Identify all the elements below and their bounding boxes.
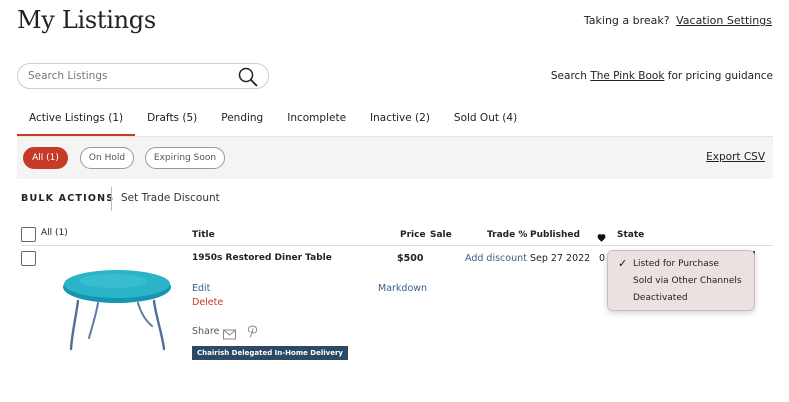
tab-sold-out[interactable]: Sold Out (4): [442, 104, 529, 137]
bulk-divider: [111, 187, 112, 211]
heart-icon: [596, 228, 607, 242]
filter-on-hold-pill[interactable]: On Hold: [80, 147, 134, 169]
share-label: Share: [192, 326, 220, 337]
column-price: Price: [400, 230, 426, 240]
table-header-divider: [21, 245, 773, 246]
column-title: Title: [192, 230, 215, 240]
column-published: Published: [530, 230, 580, 240]
markdown-link[interactable]: Markdown: [378, 283, 427, 294]
filter-expiring-soon-pill[interactable]: Expiring Soon: [145, 147, 225, 169]
column-sale: Sale: [430, 230, 452, 240]
tab-incomplete[interactable]: Incomplete: [275, 104, 358, 137]
select-all-label: All (1): [41, 228, 68, 238]
tab-active-listings[interactable]: Active Listings (1): [17, 104, 136, 137]
listing-favorites-count: 0: [599, 253, 606, 264]
pinterest-share-icon[interactable]: [247, 323, 258, 338]
listing-published-date: Sep 27 2022: [530, 253, 591, 264]
set-trade-discount-button[interactable]: Set Trade Discount: [121, 192, 220, 204]
state-option-sold-other[interactable]: Sold via Other Channels: [633, 276, 742, 286]
filter-bar: All (1) On Hold Expiring Soon Export CSV: [17, 137, 773, 179]
vacation-prompt: Taking a break?: [583, 14, 670, 27]
checkmark-icon: ✓: [618, 257, 628, 270]
pink-book-link[interactable]: The Pink Book: [590, 70, 664, 82]
column-state: State: [617, 230, 645, 240]
state-dropdown-menu: ✓ Listed for Purchase Sold via Other Cha…: [607, 250, 755, 311]
select-all-checkbox[interactable]: [21, 227, 36, 242]
pricing-suffix: for pricing guidance: [664, 70, 773, 82]
column-trade: Trade %: [487, 230, 528, 240]
pricing-prefix: Search: [550, 70, 591, 82]
delete-link[interactable]: Delete: [192, 297, 223, 308]
search-box[interactable]: [17, 63, 269, 89]
tab-pending[interactable]: Pending: [209, 104, 275, 137]
tab-inactive[interactable]: Inactive (2): [358, 104, 442, 137]
tab-drafts[interactable]: Drafts (5): [135, 104, 209, 137]
row-checkbox[interactable]: [21, 251, 36, 266]
export-csv-link[interactable]: Export CSV: [706, 151, 765, 163]
listing-tabs: Active Listings (1) Drafts (5) Pending I…: [17, 104, 529, 137]
listing-title[interactable]: 1950s Restored Diner Table: [192, 253, 332, 263]
delivery-badge: Chairish Delegated In-Home Delivery: [192, 346, 348, 360]
page-title: My Listings: [17, 6, 156, 34]
add-discount-link[interactable]: Add discount: [465, 253, 527, 264]
bulk-actions-label[interactable]: BULK ACTIONS: [21, 193, 114, 204]
state-option-listed[interactable]: Listed for Purchase: [633, 259, 719, 269]
filter-all-pill[interactable]: All (1): [23, 147, 68, 169]
vacation-area: Taking a break? Vacation Settings: [584, 14, 772, 27]
pricing-guidance: Search The Pink Book for pricing guidanc…: [551, 70, 773, 82]
search-icon[interactable]: [238, 67, 258, 87]
listing-price: $500: [397, 253, 424, 264]
vacation-settings-link[interactable]: Vacation Settings: [676, 14, 772, 27]
email-share-icon[interactable]: [223, 325, 236, 340]
search-input[interactable]: [28, 68, 228, 84]
listing-thumbnail[interactable]: [58, 265, 176, 353]
edit-link[interactable]: Edit: [192, 283, 210, 294]
state-option-deactivated[interactable]: Deactivated: [633, 293, 688, 303]
